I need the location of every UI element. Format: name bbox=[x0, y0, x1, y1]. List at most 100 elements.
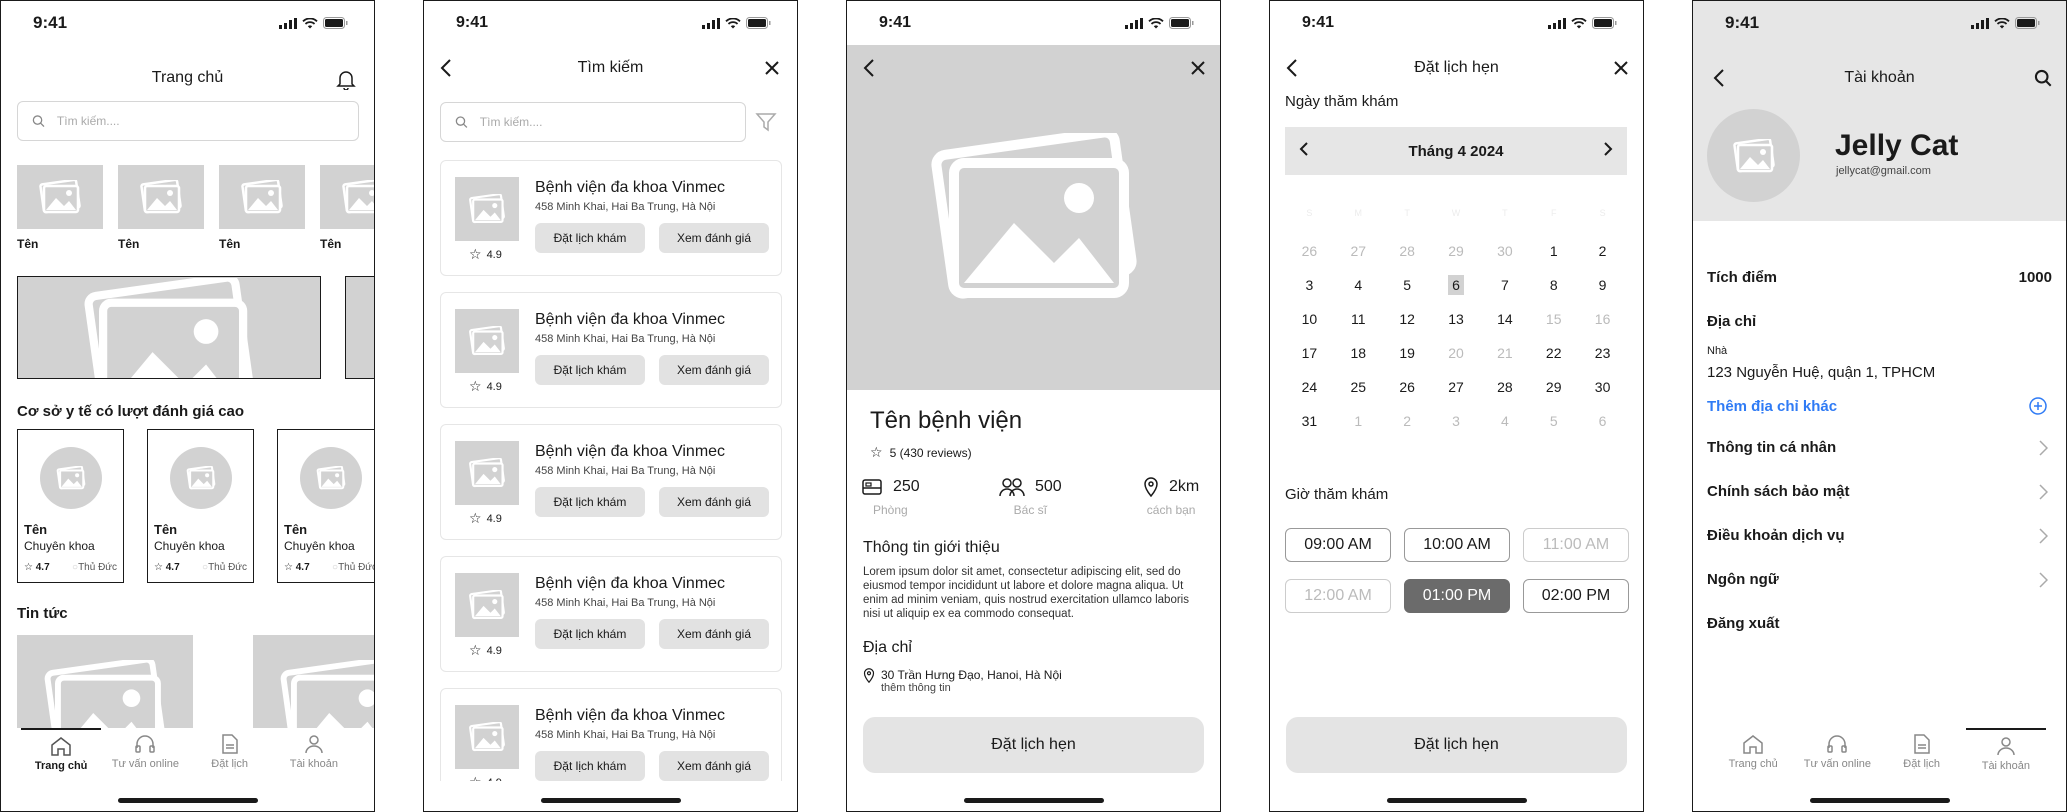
calendar-day[interactable]: 12 bbox=[1383, 302, 1432, 336]
calendar-day[interactable]: 29 bbox=[1432, 234, 1481, 268]
facility-card[interactable]: Tên Chuyên khoa ☆ 4.7 ○Thủ Đức bbox=[277, 429, 374, 583]
book-appointment-button[interactable]: Đặt lịch khám bbox=[535, 487, 645, 517]
calendar-day[interactable]: 7 bbox=[1480, 268, 1529, 302]
tab-booking[interactable]: Đặt lịch bbox=[190, 728, 270, 788]
calendar-day[interactable]: 6 bbox=[1578, 404, 1627, 438]
calendar-day[interactable]: 17 bbox=[1285, 336, 1334, 370]
calendar-day[interactable]: 22 bbox=[1529, 336, 1578, 370]
calendar-day[interactable]: 29 bbox=[1529, 370, 1578, 404]
calendar-day[interactable]: 30 bbox=[1578, 370, 1627, 404]
calendar-day[interactable]: 14 bbox=[1480, 302, 1529, 336]
calendar-day[interactable]: 19 bbox=[1383, 336, 1432, 370]
promo-banner[interactable] bbox=[345, 276, 374, 379]
hospital-result-card[interactable]: ☆4.9 Bệnh viện đa khoa Vinmec 458 Minh K… bbox=[440, 556, 782, 672]
avatar[interactable] bbox=[1707, 109, 1800, 202]
tab-home[interactable]: Trang chủ bbox=[1713, 728, 1793, 788]
tab-home[interactable]: Trang chủ bbox=[21, 728, 102, 788]
tab-consult[interactable]: Tư vấn online bbox=[105, 728, 185, 788]
calendar-day[interactable]: 11 bbox=[1334, 302, 1383, 336]
calendar-day[interactable]: 2 bbox=[1383, 404, 1432, 438]
book-appointment-button[interactable]: Đặt lịch khám bbox=[535, 619, 645, 649]
book-appointment-button[interactable]: Đặt lịch khám bbox=[535, 751, 645, 781]
calendar-day[interactable]: 9 bbox=[1578, 268, 1627, 302]
add-address-link[interactable]: Thêm địa chỉ khác bbox=[1707, 398, 1837, 415]
calendar-day[interactable]: 3 bbox=[1285, 268, 1334, 302]
view-reviews-button[interactable]: Xem đánh giá bbox=[659, 619, 769, 649]
calendar-day[interactable]: 26 bbox=[1383, 370, 1432, 404]
book-appointment-button[interactable]: Đặt lịch hẹn bbox=[1286, 717, 1627, 773]
category-item[interactable]: Tên bbox=[320, 165, 374, 251]
view-reviews-button[interactable]: Xem đánh giá bbox=[659, 355, 769, 385]
search-input[interactable] bbox=[56, 114, 358, 128]
menu-item-terms[interactable]: Điều khoản dịch vụ bbox=[1707, 527, 2052, 544]
calendar-day[interactable]: 28 bbox=[1480, 370, 1529, 404]
calendar-day[interactable]: 16 bbox=[1578, 302, 1627, 336]
calendar-day[interactable]: 5 bbox=[1383, 268, 1432, 302]
book-appointment-button[interactable]: Đặt lịch khám bbox=[535, 355, 645, 385]
calendar-day[interactable]: 4 bbox=[1480, 404, 1529, 438]
book-appointment-button[interactable]: Đặt lịch hẹn bbox=[863, 717, 1204, 773]
category-item[interactable]: Tên bbox=[219, 165, 305, 251]
tab-consult[interactable]: Tư vấn online bbox=[1797, 728, 1877, 788]
view-reviews-button[interactable]: Xem đánh giá bbox=[659, 223, 769, 253]
notification-bell-icon[interactable] bbox=[332, 65, 360, 93]
search-input[interactable] bbox=[479, 115, 745, 129]
menu-item-personal-info[interactable]: Thông tin cá nhân bbox=[1707, 439, 2052, 456]
hospital-result-card[interactable]: ☆4.9 Bệnh viện đa khoa Vinmec 458 Minh K… bbox=[440, 424, 782, 540]
time-slot[interactable]: 02:00 PM bbox=[1523, 579, 1629, 613]
facility-card[interactable]: Tên Chuyên khoa ☆ 4.7 ○Thủ Đức bbox=[147, 429, 254, 583]
calendar-day[interactable]: 23 bbox=[1578, 336, 1627, 370]
calendar-day[interactable]: 24 bbox=[1285, 370, 1334, 404]
calendar-day[interactable]: 15 bbox=[1529, 302, 1578, 336]
tab-account[interactable]: Tài khoản bbox=[1965, 728, 2046, 788]
close-icon[interactable] bbox=[1184, 54, 1212, 82]
calendar-day-selected[interactable]: 6 bbox=[1432, 268, 1481, 302]
calendar-day[interactable]: 2 bbox=[1578, 234, 1627, 268]
tab-account[interactable]: Tài khoản bbox=[274, 728, 354, 788]
time-slot[interactable]: 10:00 AM bbox=[1404, 528, 1510, 562]
calendar-day[interactable]: 18 bbox=[1334, 336, 1383, 370]
calendar-day[interactable]: 28 bbox=[1383, 234, 1432, 268]
logout-button[interactable]: Đăng xuất bbox=[1707, 615, 2052, 632]
view-reviews-button[interactable]: Xem đánh giá bbox=[659, 751, 769, 781]
add-address-row[interactable]: Thêm địa chỉ khác bbox=[1707, 396, 2052, 416]
back-chevron-icon[interactable] bbox=[855, 54, 883, 82]
time-slot[interactable]: 09:00 AM bbox=[1285, 528, 1391, 562]
hospital-result-card[interactable]: ☆4.9 Bệnh viện đa khoa Vinmec 458 Minh K… bbox=[440, 292, 782, 408]
search-icon[interactable] bbox=[2029, 64, 2057, 92]
calendar-day[interactable]: 26 bbox=[1285, 234, 1334, 268]
search-bar[interactable] bbox=[440, 102, 746, 142]
book-appointment-button[interactable]: Đặt lịch khám bbox=[535, 223, 645, 253]
news-card[interactable] bbox=[17, 635, 193, 758]
close-icon[interactable] bbox=[758, 54, 786, 82]
category-item[interactable]: Tên bbox=[17, 165, 103, 251]
close-icon[interactable] bbox=[1607, 54, 1635, 82]
address-more-link[interactable]: thêm thông tin bbox=[881, 682, 1062, 694]
next-month-chevron-icon[interactable] bbox=[1604, 141, 1613, 161]
facility-card[interactable]: Tên Chuyên khoa ☆ 4.7 ○Thủ Đức bbox=[17, 429, 124, 583]
calendar-day[interactable]: 30 bbox=[1480, 234, 1529, 268]
calendar-day[interactable]: 25 bbox=[1334, 370, 1383, 404]
category-item[interactable]: Tên bbox=[118, 165, 204, 251]
calendar-day[interactable]: 21 bbox=[1480, 336, 1529, 370]
calendar-day[interactable]: 27 bbox=[1334, 234, 1383, 268]
calendar-day[interactable]: 27 bbox=[1432, 370, 1481, 404]
calendar-day[interactable]: 1 bbox=[1334, 404, 1383, 438]
filter-icon[interactable] bbox=[752, 108, 780, 136]
calendar-day[interactable]: 8 bbox=[1529, 268, 1578, 302]
calendar-day[interactable]: 20 bbox=[1432, 336, 1481, 370]
tab-booking[interactable]: Đặt lịch bbox=[1882, 728, 1962, 788]
calendar-day[interactable]: 1 bbox=[1529, 234, 1578, 268]
calendar-day[interactable]: 3 bbox=[1432, 404, 1481, 438]
calendar-day[interactable]: 13 bbox=[1432, 302, 1481, 336]
time-slot-selected[interactable]: 01:00 PM bbox=[1404, 579, 1510, 613]
calendar-day[interactable]: 10 bbox=[1285, 302, 1334, 336]
menu-item-language[interactable]: Ngôn ngữ bbox=[1707, 571, 2052, 588]
search-bar[interactable] bbox=[17, 101, 359, 141]
calendar-day[interactable]: 31 bbox=[1285, 404, 1334, 438]
calendar-day[interactable]: 5 bbox=[1529, 404, 1578, 438]
menu-item-privacy[interactable]: Chính sách bảo mật bbox=[1707, 483, 2052, 500]
news-card[interactable] bbox=[253, 635, 374, 758]
prev-month-chevron-icon[interactable] bbox=[1299, 141, 1308, 161]
promo-banner[interactable] bbox=[17, 276, 321, 379]
